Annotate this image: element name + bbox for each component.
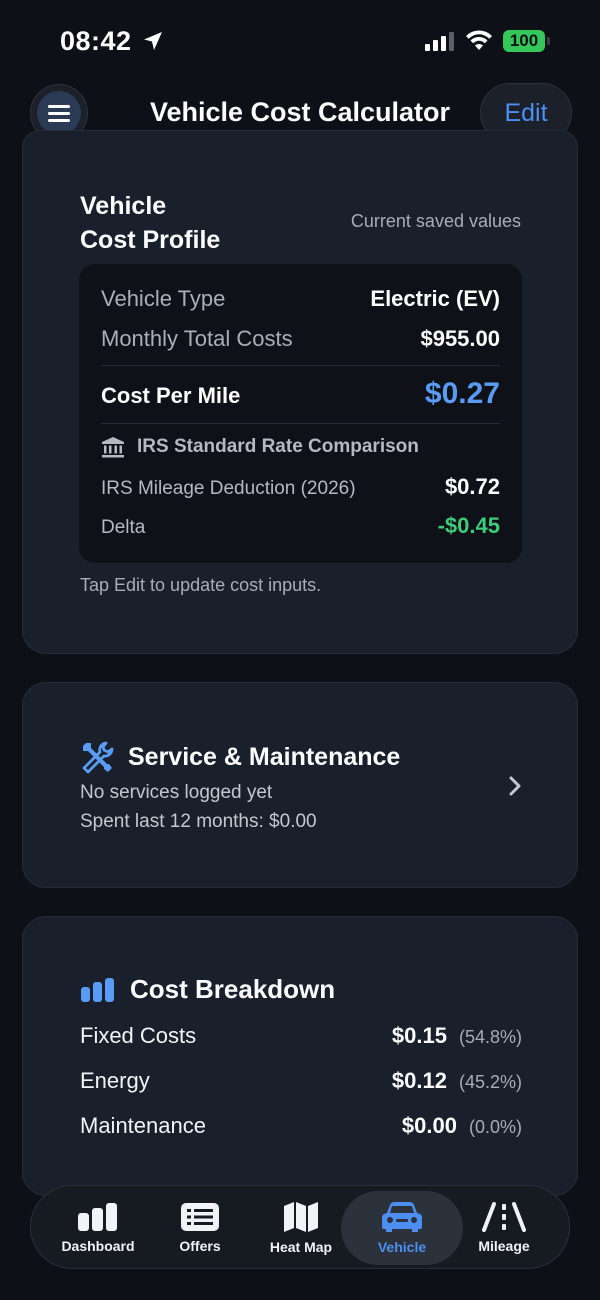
tab-label: Heat Map (269, 1239, 333, 1255)
map-icon (284, 1202, 318, 1232)
road-icon (482, 1202, 526, 1232)
profile-title-line2: Cost Profile (80, 226, 221, 254)
breakdown-value: $0.00 (401, 1113, 457, 1138)
tab-label: Mileage (478, 1238, 530, 1254)
irs-heading-text: IRS Standard Rate Comparison (137, 436, 419, 457)
vehicle-type-value: Electric (EV) (370, 286, 500, 311)
breakdown-row: Energy $0.12 (45.2%) (80, 1068, 522, 1094)
battery-indicator: 100 (503, 30, 545, 52)
tab-label: Vehicle (377, 1239, 427, 1255)
edit-hint: Tap Edit to update cost inputs. (80, 575, 322, 595)
list-icon (181, 1203, 219, 1231)
service-title: Service & Maintenance (128, 742, 401, 771)
breakdown-label: Fixed Costs (80, 1023, 197, 1048)
breakdown-row: Fixed Costs $0.15 (54.8%) (80, 1023, 522, 1049)
battery-tip (547, 37, 550, 45)
cost-per-mile-label: Cost Per Mile (101, 383, 241, 408)
breakdown-row: Maintenance $0.00 (0.0%) (80, 1113, 522, 1139)
wifi-icon (466, 30, 492, 50)
delta-label: Delta (101, 517, 146, 538)
cost-profile-card: Vehicle Cost Profile Current saved value… (22, 130, 578, 654)
service-maintenance-card[interactable]: Service & Maintenance No services logged… (22, 682, 578, 888)
profile-subtitle: Current saved values (350, 211, 521, 231)
service-heading: Service & Maintenance (80, 740, 400, 774)
tab-mileage[interactable]: Mileage (456, 1186, 552, 1270)
tools-icon (82, 741, 114, 774)
bar-chart-icon (81, 977, 114, 1002)
breakdown-percent: (45.2%) (458, 1072, 522, 1092)
cost-summary-panel: Vehicle Type Electric (EV) Monthly Total… (79, 264, 522, 563)
location-arrow-icon (144, 32, 162, 50)
cellular-signal-icon (425, 31, 454, 51)
tab-dashboard[interactable]: Dashboard (49, 1186, 147, 1270)
car-icon (382, 1202, 422, 1232)
tab-offers[interactable]: Offers (156, 1186, 244, 1270)
chevron-right-icon (509, 776, 521, 796)
status-bar: 08:42 100 (0, 0, 600, 80)
bank-building-icon (102, 437, 124, 458)
breakdown-title: Cost Breakdown (130, 974, 336, 1004)
service-status-text: No services logged yet (80, 782, 273, 803)
irs-comparison-heading: IRS Standard Rate Comparison (101, 436, 419, 458)
status-time: 08:42 (60, 26, 132, 56)
breakdown-percent: (54.8%) (458, 1027, 522, 1047)
bar-chart-icon (78, 1203, 117, 1231)
irs-deduction-value: $0.72 (444, 474, 500, 499)
profile-title: Vehicle Cost Profile (80, 189, 220, 257)
cost-per-mile-row: Cost Per Mile $0.27 (101, 377, 500, 411)
tab-label: Dashboard (61, 1238, 135, 1254)
service-spent-text: Spent last 12 months: $0.00 (80, 811, 317, 832)
vehicle-type-row: Vehicle Type Electric (EV) (101, 286, 500, 312)
monthly-costs-row: Monthly Total Costs $955.00 (101, 326, 500, 352)
delta-row: Delta -$0.45 (101, 513, 500, 539)
tab-bar: Dashboard Offers Heat Map Vehicle Mileag… (30, 1185, 570, 1269)
tab-label: Offers (179, 1238, 221, 1254)
breakdown-heading: Cost Breakdown (80, 974, 335, 1005)
divider (101, 365, 500, 366)
tab-vehicle[interactable]: Vehicle (341, 1191, 463, 1265)
divider (101, 423, 500, 424)
monthly-costs-value: $955.00 (420, 326, 500, 351)
tab-heat-map[interactable]: Heat Map (253, 1186, 349, 1270)
delta-value: -$0.45 (437, 513, 500, 538)
breakdown-label: Energy (80, 1068, 150, 1093)
breakdown-percent: (0.0%) (468, 1117, 522, 1137)
monthly-costs-label: Monthly Total Costs (101, 326, 293, 351)
profile-title-line1: Vehicle (80, 192, 167, 220)
breakdown-label: Maintenance (80, 1113, 206, 1138)
irs-deduction-label: IRS Mileage Deduction (2026) (101, 478, 356, 499)
breakdown-value: $0.15 (391, 1023, 447, 1048)
breakdown-value: $0.12 (391, 1068, 447, 1093)
irs-deduction-row: IRS Mileage Deduction (2026) $0.72 (101, 474, 500, 500)
cost-per-mile-value: $0.27 (424, 377, 500, 410)
battery-level: 100 (509, 31, 539, 50)
vehicle-type-label: Vehicle Type (101, 286, 226, 311)
cost-breakdown-card: Cost Breakdown Fixed Costs $0.15 (54.8%)… (22, 916, 578, 1196)
